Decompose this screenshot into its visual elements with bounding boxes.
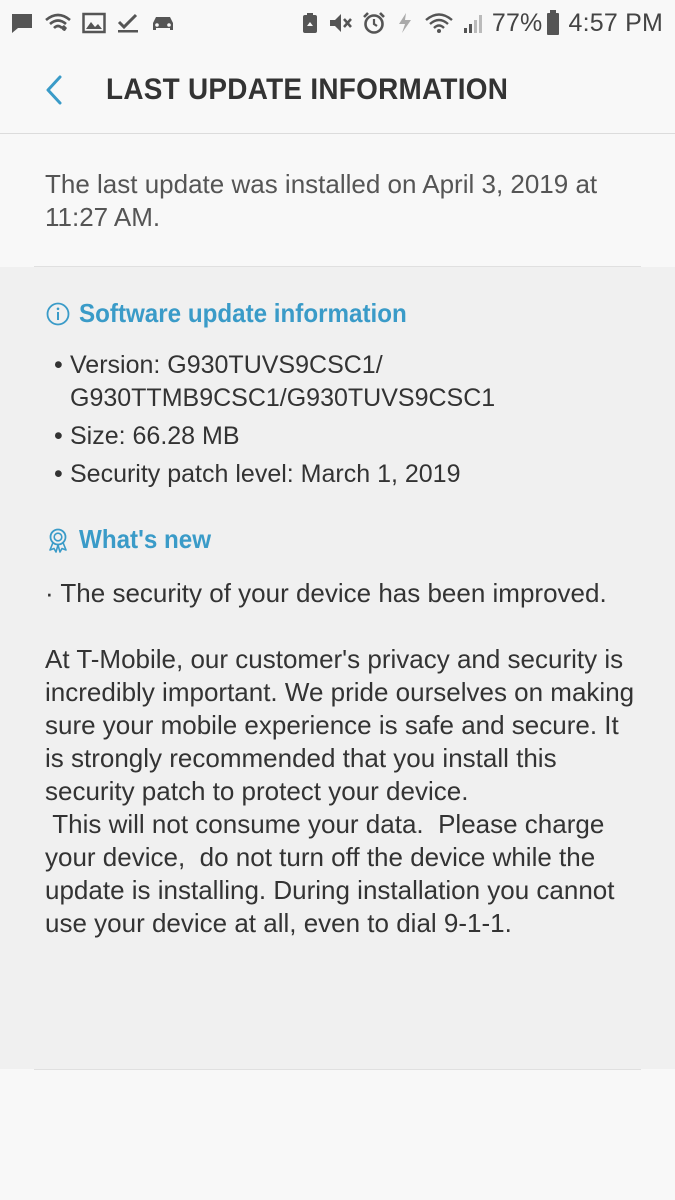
- wifi-icon: [424, 11, 454, 35]
- bullet: •: [54, 351, 63, 379]
- software-info-header: Software update information: [46, 298, 431, 329]
- back-button[interactable]: [24, 60, 84, 120]
- whats-new-body: · The security of your device has been i…: [45, 577, 640, 940]
- last-update-text: The last update was installed on April 3…: [45, 169, 598, 232]
- list-item: • Version: G930TUVS9CSC1/ G930TTMB9CSC1/…: [54, 349, 644, 415]
- software-info-title: Software update information: [79, 298, 407, 328]
- software-info-list: • Version: G930TUVS9CSC1/ G930TTMB9CSC1/…: [54, 349, 644, 496]
- wifi-calling-icon: [44, 11, 72, 35]
- whats-new-paragraph: At T-Mobile, our customer's privacy and …: [45, 644, 635, 938]
- signal-icon: [462, 12, 486, 34]
- divider: [34, 1069, 641, 1070]
- status-bar-left: [10, 11, 186, 35]
- whats-new-header: What's new: [46, 524, 221, 555]
- recycle-icon: [300, 12, 320, 34]
- mute-icon: [328, 12, 354, 34]
- battery-percent: 77%: [491, 8, 543, 37]
- info-circle-icon: [46, 302, 70, 326]
- app-bar: LAST UPDATE INFORMATION: [0, 46, 675, 134]
- gallery-icon: [82, 12, 106, 34]
- car-mode-icon: [150, 12, 176, 34]
- chevron-left-icon: [43, 73, 65, 107]
- page-title: LAST UPDATE INFORMATION: [106, 72, 509, 106]
- message-icon: [10, 12, 34, 34]
- whats-new-paragraph: · The security of your device has been i…: [45, 578, 607, 608]
- bullet: •: [54, 422, 63, 450]
- list-item: • Security patch level: March 1, 2019: [54, 458, 644, 491]
- check-icon: [116, 12, 140, 34]
- bullet: •: [54, 460, 63, 488]
- status-bar: 77% 4:57 PM: [0, 0, 675, 46]
- data-saver-icon: [394, 11, 416, 35]
- alarm-icon: [362, 11, 386, 35]
- badge-ribbon-icon: [46, 527, 70, 553]
- version-text: Version: G930TUVS9CSC1/ G930TTMB9CSC1/G9…: [70, 351, 496, 412]
- size-text: Size: 66.28 MB: [70, 422, 240, 450]
- list-item: • Size: 66.28 MB: [54, 420, 644, 453]
- whats-new-title: What's new: [79, 524, 212, 554]
- status-bar-right: 77% 4:57 PM: [292, 9, 663, 38]
- security-patch-text: Security patch level: March 1, 2019: [70, 460, 461, 488]
- battery-icon: [546, 10, 560, 36]
- clock: 4:57 PM: [568, 8, 663, 37]
